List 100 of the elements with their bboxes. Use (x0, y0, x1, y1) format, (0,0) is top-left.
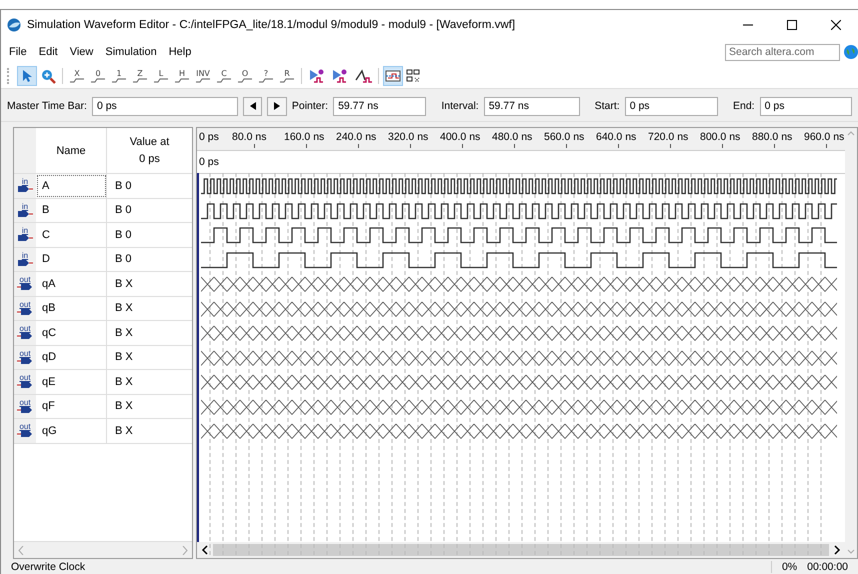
time-label: 0 ps (199, 131, 219, 143)
column-header: Value at (130, 136, 170, 148)
signal-name-cell[interactable]: D (36, 248, 107, 271)
value-tool-button[interactable]: INV (193, 66, 213, 86)
left-arrow-icon (250, 102, 256, 110)
previous-button[interactable] (242, 96, 262, 116)
signal-name-cell[interactable]: C (36, 223, 107, 246)
time-label: 960.0 ns (804, 131, 844, 143)
signal-name-cell[interactable]: qA (36, 272, 107, 296)
time-label: 480.0 ns (492, 131, 532, 143)
value-tool-button[interactable]: H (172, 66, 192, 86)
right-arrow-icon (274, 102, 280, 110)
run-simulation-icon (308, 68, 326, 84)
step-icon (217, 78, 231, 82)
step-icon (91, 78, 105, 82)
signal-name-cell[interactable]: qB (36, 296, 107, 320)
signal-name-cell[interactable]: qF (36, 394, 107, 418)
time-label: 240.0 ns (336, 131, 376, 143)
step-icon (196, 78, 210, 82)
close-icon (831, 20, 841, 30)
value-tool-button[interactable]: 0 (88, 66, 108, 86)
value-tool-button[interactable]: R (277, 66, 297, 86)
signal-value: B 0 (114, 253, 132, 266)
time-label: 560.0 ns (544, 131, 584, 143)
field-label: Interval: (441, 100, 479, 112)
signal-name-cell[interactable]: qG (36, 419, 107, 442)
pointer-field[interactable]: 59.77 ns (333, 96, 426, 116)
status-message: Overwrite Clock (11, 561, 86, 573)
pointer-icon (22, 69, 32, 83)
grid-icon (406, 69, 422, 83)
step-icon (133, 78, 147, 82)
waveform-icon (354, 68, 372, 84)
next-button[interactable] (267, 96, 287, 116)
start-field[interactable]: 0 ps (624, 96, 718, 116)
globe-icon[interactable] (844, 45, 858, 59)
signal-value: B 0 (114, 180, 132, 192)
run-simulation-icon (331, 68, 349, 84)
signal-value: B 0 (114, 228, 132, 241)
maximize-icon (787, 20, 797, 30)
minimize-icon (743, 24, 753, 26)
time-label: 320.0 ns (388, 131, 428, 143)
signal-value: B X (114, 400, 133, 412)
signal-name-cell[interactable]: A (36, 174, 107, 198)
snap-to-grid-icon (385, 69, 401, 83)
time-label: 400.0 ns (440, 131, 480, 143)
progress-text: 0% (770, 561, 808, 573)
end-field[interactable]: 0 ps (760, 96, 852, 116)
value-tool-button[interactable]: Z (130, 66, 150, 86)
menu-item[interactable]: View (64, 46, 100, 58)
signal-name-cell[interactable]: qC (36, 321, 107, 344)
menu-item[interactable]: Help (162, 46, 198, 58)
column-header: Name (36, 128, 107, 173)
column-header: 0 ps (139, 153, 160, 165)
signal-value: B X (114, 351, 133, 364)
step-icon (259, 78, 273, 82)
step-icon (154, 78, 168, 82)
scrollbar-thumb[interactable] (213, 544, 829, 556)
signal-name-cell[interactable]: B (36, 198, 107, 222)
signal-value: B X (114, 424, 133, 437)
field-label: End: (732, 100, 755, 112)
time-label: 800.0 ns (700, 131, 740, 143)
interval-field[interactable]: 59.77 ns (484, 96, 580, 116)
zoom-icon (40, 68, 56, 84)
menu-item[interactable]: Edit (32, 46, 64, 58)
pointer-button[interactable] (17, 66, 37, 86)
menu-item[interactable]: File (3, 46, 33, 58)
time-label: 160.0 ns (284, 131, 324, 143)
field-label: Start: (594, 100, 620, 112)
step-icon (175, 78, 189, 82)
window-title: Simulation Waveform Editor - C:/intelFPGA_lite/18.1/modul 9/modul9 - modul9 - [Waveform.vwf] (27, 19, 516, 31)
value-tool-button[interactable]: ? (256, 66, 276, 86)
master-time-field[interactable]: 0 ps (92, 96, 238, 116)
app-logo-icon (7, 18, 21, 32)
value-tool-button[interactable]: L (151, 66, 171, 86)
value-tool-button[interactable]: 1 (109, 66, 129, 86)
signal-value: B X (114, 278, 133, 290)
field-label: Master Time Bar: (7, 100, 87, 112)
field-label: Pointer: (292, 100, 328, 112)
value-tool-button[interactable]: C (214, 66, 234, 86)
signal-value: B X (114, 376, 133, 388)
time-label: 880.0 ns (752, 131, 792, 143)
time-bar-label: 0 ps (199, 156, 219, 168)
time-label: 640.0 ns (596, 131, 636, 143)
signal-value: B X (114, 326, 133, 339)
value-tool-button[interactable]: O (235, 66, 255, 86)
search-field[interactable]: Search altera.com (725, 44, 840, 60)
signal-value: B 0 (114, 204, 132, 216)
signal-value: B X (114, 302, 133, 314)
menu-item[interactable]: Simulation (99, 46, 163, 58)
step-icon (70, 78, 84, 82)
step-icon (238, 78, 252, 82)
elapsed-time: 00:00:00 (807, 561, 848, 573)
value-tool-button[interactable]: X (67, 66, 87, 86)
time-bar-marker[interactable] (197, 173, 199, 542)
snap-button[interactable] (383, 66, 403, 86)
step-icon (280, 78, 294, 82)
signal-name-cell[interactable]: qE (36, 370, 107, 394)
time-label: 720.0 ns (648, 131, 688, 143)
signal-name-cell[interactable]: qD (36, 346, 107, 369)
time-label: 80.0 ns (232, 131, 266, 143)
